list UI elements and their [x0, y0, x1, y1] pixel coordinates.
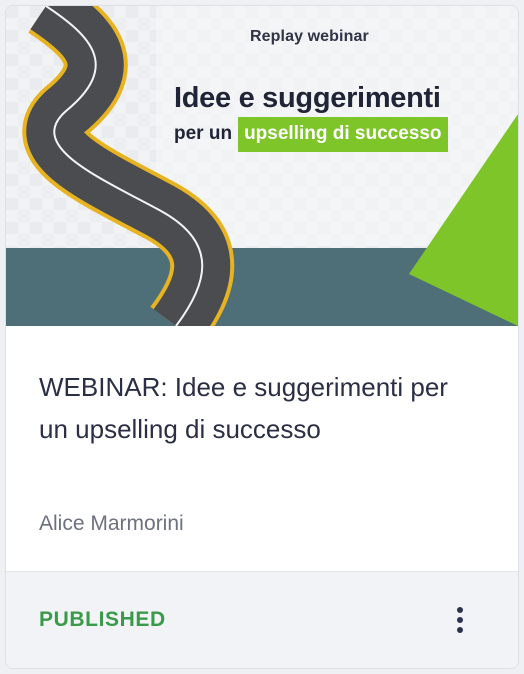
card-body: WEBINAR: Idee e suggerimenti per un upse… [6, 326, 518, 570]
thumbnail-kicker: Replay webinar [250, 28, 369, 45]
card-footer: PUBLISHED [6, 571, 518, 668]
card-author: Alice Marmorini [39, 512, 184, 535]
menu-dot [457, 627, 463, 633]
thumbnail-subline-prefix: per un [174, 123, 233, 144]
thumbnail-subline-highlight: upselling di successo [238, 116, 448, 152]
menu-dot [457, 607, 463, 613]
more-vertical-icon[interactable] [442, 600, 478, 640]
thumbnail-headline: Idee e suggerimenti [174, 82, 441, 114]
status-badge: PUBLISHED [39, 608, 166, 631]
webinar-thumbnail[interactable]: Replay webinar Idee e suggerimenti per u… [6, 6, 518, 326]
thumbnail-subline: per un upselling di successo [174, 116, 448, 152]
card-title[interactable]: WEBINAR: Idee e suggerimenti per un upse… [39, 366, 479, 450]
menu-dot [457, 617, 463, 623]
webinar-card[interactable]: Replay webinar Idee e suggerimenti per u… [5, 5, 519, 669]
thumbnail-artwork [6, 6, 518, 326]
